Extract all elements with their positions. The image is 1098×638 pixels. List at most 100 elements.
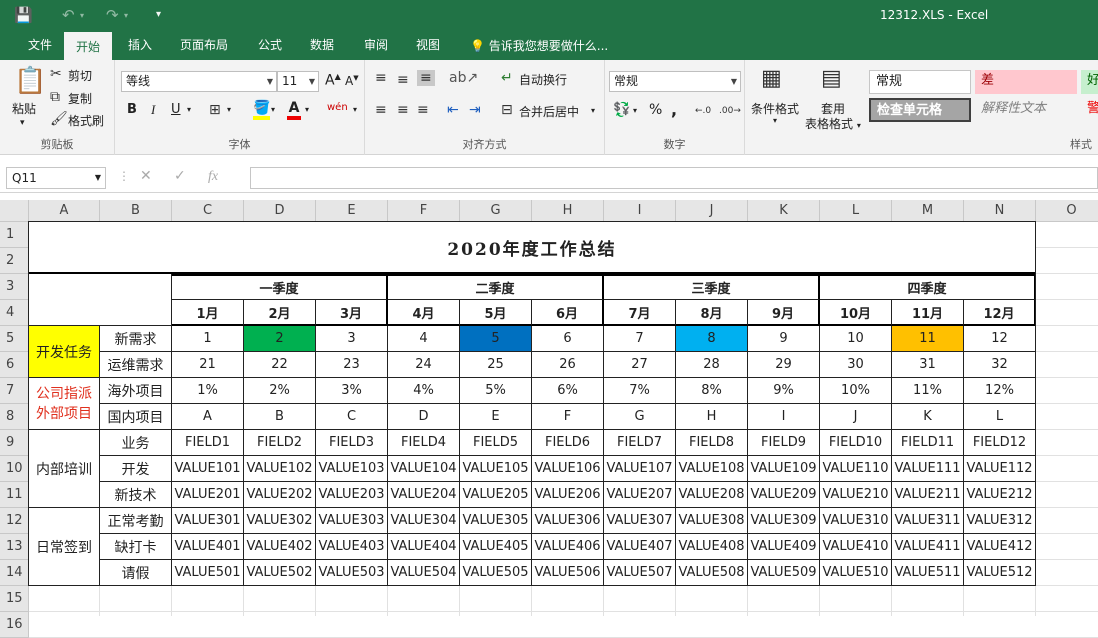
month-header[interactable]: 1月 — [172, 300, 244, 326]
align-left-icon[interactable]: ≡ — [375, 102, 387, 118]
row-label[interactable]: 国内项目 — [100, 404, 172, 430]
grow-font-button[interactable]: A▲ — [325, 72, 341, 89]
data-cell[interactable]: VALUE310 — [820, 508, 892, 534]
undo-dropdown-icon[interactable]: ▾ — [80, 11, 84, 20]
data-cell[interactable]: VALUE309 — [748, 508, 820, 534]
data-cell[interactable]: VALUE505 — [460, 560, 532, 586]
row-label[interactable]: 开发 — [100, 456, 172, 482]
data-cell[interactable]: VALUE209 — [748, 482, 820, 508]
column-header[interactable]: A — [29, 200, 100, 222]
row-header[interactable]: 1 — [0, 222, 29, 248]
column-header[interactable]: K — [748, 200, 820, 222]
data-cell[interactable]: 10% — [820, 378, 892, 404]
data-cell[interactable]: VALUE512 — [964, 560, 1036, 586]
data-cell[interactable]: VALUE110 — [820, 456, 892, 482]
tab-2[interactable]: 插入 — [116, 32, 164, 60]
align-center-icon[interactable]: ≡ — [397, 102, 409, 118]
month-header[interactable]: 5月 — [460, 300, 532, 326]
data-cell[interactable]: 22 — [244, 352, 316, 378]
data-cell[interactable]: 12 — [964, 326, 1036, 352]
data-cell[interactable]: 9 — [748, 326, 820, 352]
fill-color-dropdown-icon[interactable]: ▾ — [271, 105, 275, 114]
data-cell[interactable]: FIELD4 — [388, 430, 460, 456]
row-label[interactable]: 海外项目 — [100, 378, 172, 404]
data-cell[interactable]: VALUE105 — [460, 456, 532, 482]
data-cell[interactable]: K — [892, 404, 964, 430]
data-cell[interactable]: 7 — [604, 326, 676, 352]
data-cell[interactable]: VALUE104 — [388, 456, 460, 482]
paste-icon[interactable]: 📋 — [14, 66, 46, 96]
data-cell[interactable]: D — [388, 404, 460, 430]
comma-button[interactable]: , — [671, 100, 677, 119]
data-cell[interactable]: VALUE408 — [676, 534, 748, 560]
table-format-icon[interactable]: ▤ — [821, 66, 842, 92]
data-cell[interactable]: VALUE107 — [604, 456, 676, 482]
data-cell[interactable]: 28 — [676, 352, 748, 378]
data-cell[interactable]: VALUE211 — [892, 482, 964, 508]
fill-color-icon[interactable]: 🪣 — [253, 100, 271, 120]
quarter-header[interactable]: 一季度 — [172, 274, 388, 300]
data-cell[interactable]: VALUE304 — [388, 508, 460, 534]
data-cell[interactable]: 4 — [388, 326, 460, 352]
data-cell[interactable]: VALUE403 — [316, 534, 388, 560]
shrink-font-button[interactable]: A▼ — [345, 74, 359, 88]
data-cell[interactable]: E — [460, 404, 532, 430]
column-header[interactable]: D — [244, 200, 316, 222]
data-cell[interactable]: H — [676, 404, 748, 430]
data-cell[interactable]: VALUE112 — [964, 456, 1036, 482]
data-cell[interactable]: 31 — [892, 352, 964, 378]
data-cell[interactable]: VALUE301 — [172, 508, 244, 534]
data-cell[interactable]: FIELD10 — [820, 430, 892, 456]
data-cell[interactable]: VALUE206 — [532, 482, 604, 508]
data-cell[interactable]: 6 — [532, 326, 604, 352]
border-icon[interactable]: ⊞ — [209, 102, 221, 118]
row-label[interactable]: 正常考勤 — [100, 508, 172, 534]
data-cell[interactable]: VALUE509 — [748, 560, 820, 586]
data-cell[interactable]: 30 — [820, 352, 892, 378]
row-label[interactable]: 运维需求 — [100, 352, 172, 378]
data-cell[interactable]: VALUE204 — [388, 482, 460, 508]
group-label[interactable]: 内部培训 — [29, 430, 100, 508]
month-header[interactable]: 2月 — [244, 300, 316, 326]
format-painter-icon[interactable]: 🖌 — [50, 111, 68, 127]
style-bad[interactable]: 差 — [975, 70, 1077, 94]
tab-5[interactable]: 数据 — [298, 32, 346, 60]
conditional-format-button[interactable]: 条件格式 — [751, 100, 799, 117]
paste-dropdown-icon[interactable]: ▾ — [20, 118, 25, 128]
insert-function-icon[interactable]: fx — [208, 169, 218, 184]
data-cell[interactable]: VALUE303 — [316, 508, 388, 534]
month-header[interactable]: 12月 — [964, 300, 1036, 326]
data-cell[interactable]: 25 — [460, 352, 532, 378]
data-cell[interactable]: 1 — [172, 326, 244, 352]
phonetic-dropdown-icon[interactable]: ▾ — [353, 105, 357, 114]
enter-icon[interactable]: ✓ — [174, 168, 186, 184]
data-cell[interactable]: VALUE102 — [244, 456, 316, 482]
underline-button[interactable]: U — [171, 102, 181, 117]
wrap-text-icon[interactable]: ↵ — [501, 70, 513, 86]
column-header[interactable]: H — [532, 200, 604, 222]
data-cell[interactable]: VALUE202 — [244, 482, 316, 508]
merge-center-button[interactable]: 合并后居中 — [519, 103, 579, 120]
font-size-select[interactable]: 11 ▼ — [277, 71, 319, 92]
month-header[interactable]: 3月 — [316, 300, 388, 326]
data-cell[interactable]: 6% — [532, 378, 604, 404]
data-cell[interactable]: 29 — [748, 352, 820, 378]
month-header[interactable]: 7月 — [604, 300, 676, 326]
data-cell[interactable]: 21 — [172, 352, 244, 378]
table-format-label[interactable]: 表格格式 ▾ — [805, 115, 861, 132]
data-cell[interactable]: VALUE305 — [460, 508, 532, 534]
column-header[interactable]: C — [172, 200, 244, 222]
decrease-decimal-icon[interactable]: .00→ — [719, 103, 741, 119]
data-cell[interactable]: VALUE511 — [892, 560, 964, 586]
tab-7[interactable]: 视图 — [404, 32, 452, 60]
data-cell[interactable]: VALUE103 — [316, 456, 388, 482]
data-cell[interactable]: VALUE210 — [820, 482, 892, 508]
number-format-select[interactable]: 常规 ▼ — [609, 71, 741, 92]
merge-icon[interactable]: ⊟ — [501, 102, 513, 118]
data-cell[interactable]: 7% — [604, 378, 676, 404]
data-cell[interactable]: FIELD6 — [532, 430, 604, 456]
row-header[interactable]: 6 — [0, 352, 29, 378]
data-cell[interactable]: VALUE311 — [892, 508, 964, 534]
row-header[interactable]: 8 — [0, 404, 29, 430]
data-cell[interactable]: G — [604, 404, 676, 430]
